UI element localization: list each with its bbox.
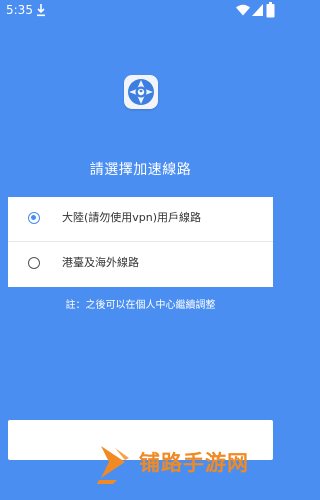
status-time: 5:35: [6, 3, 33, 17]
battery-icon: [266, 2, 275, 18]
option-label: 大陸(請勿使用vpn)用戶線路: [62, 211, 202, 224]
watermark-text: 铺路手游网: [139, 451, 249, 475]
signal-icon: [252, 4, 263, 16]
watermark-logo-icon: [97, 446, 129, 484]
radio-button-checked[interactable]: [28, 212, 40, 224]
wifi-icon: [236, 4, 250, 16]
download-icon: [37, 4, 45, 17]
option-label: 港臺及海外線路: [62, 256, 139, 269]
option-mainland-route[interactable]: 大陸(請勿使用vpn)用戶線路: [8, 197, 273, 242]
route-options-card: 大陸(請勿使用vpn)用戶線路 港臺及海外線路: [8, 197, 273, 287]
status-bar: 5:35: [0, 0, 281, 22]
option-overseas-route[interactable]: 港臺及海外線路: [8, 242, 273, 287]
radio-button-unchecked[interactable]: [28, 257, 40, 269]
watermark: 铺路手游网: [95, 440, 275, 490]
page-title: 請選擇加速線路: [89, 162, 192, 178]
hint-note: 註：之後可以在個人中心繼續調整: [65, 300, 216, 311]
app-logo-icon: [124, 75, 158, 109]
